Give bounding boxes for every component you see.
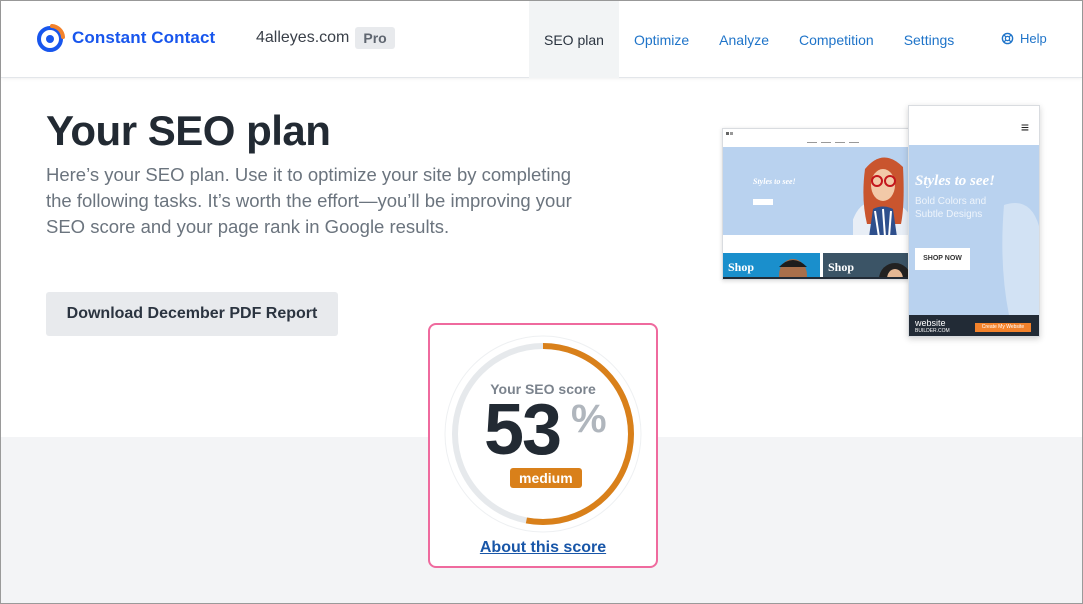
desktop-shop-tile-1-label: Shop (728, 260, 755, 274)
mobile-hero-title: Styles to see! (915, 173, 995, 189)
chair-silhouette-image (1002, 203, 1039, 315)
brand-name: Constant Contact (72, 28, 216, 47)
desktop-preview-footer (723, 277, 916, 279)
help-label: Help (1020, 31, 1047, 46)
seo-score-value: 53 (484, 390, 562, 470)
site-selector: 4alleyes.com Pro (256, 27, 395, 49)
desktop-site-preview: Styles to see! Shop Shop (722, 128, 917, 280)
plan-badge: Pro (355, 27, 395, 49)
desktop-preview-topbar (723, 129, 916, 147)
tab-seo-plan[interactable]: SEO plan (529, 1, 619, 78)
hamburger-menu-icon: ≡ (1020, 119, 1029, 135)
download-pdf-report-button[interactable]: Download December PDF Report (46, 292, 338, 336)
constant-contact-logo-icon (37, 24, 65, 52)
create-my-website-button: Create My Website (975, 323, 1031, 332)
mobile-hero-subtitle: Bold Colors and Subtle Designs (915, 196, 987, 220)
about-this-score-link[interactable]: About this score (430, 539, 656, 557)
seo-score-percent-sign: % (571, 397, 607, 441)
lifebuoy-icon (1001, 32, 1014, 45)
mobile-preview-hero: Styles to see! Bold Colors and Subtle De… (909, 145, 1039, 315)
tab-optimize[interactable]: Optimize (619, 1, 704, 78)
tab-settings[interactable]: Settings (889, 1, 970, 78)
mobile-preview-footer: website BUILDER.COM Create My Website (909, 315, 1039, 336)
woman-with-glasses-image (853, 157, 913, 235)
footer-brand-line-1: website (915, 318, 946, 328)
websitebuilder-logo: website BUILDER.COM (915, 319, 950, 335)
top-header: Constant Contact 4alleyes.com Pro SEO pl… (1, 1, 1082, 78)
site-name: 4alleyes.com (256, 29, 350, 46)
main-nav: SEO plan Optimize Analyze Competition Se… (529, 1, 969, 78)
desktop-shop-tile-1: Shop (723, 253, 820, 279)
mobile-site-preview: ≡ Styles to see! Bold Colors and Subtle … (908, 105, 1040, 337)
footer-brand-line-2: BUILDER.COM (915, 328, 950, 334)
desktop-preview-hero: Styles to see! (723, 147, 916, 235)
tab-competition[interactable]: Competition (784, 1, 889, 78)
desktop-shop-tile-2: Shop (823, 253, 916, 279)
desktop-hero-text: Styles to see! (753, 177, 796, 186)
mobile-shop-now-button: SHOP NOW (915, 248, 970, 270)
desktop-shop-tile-2-label: Shop (828, 260, 855, 274)
help-link[interactable]: Help (1001, 31, 1047, 46)
desktop-nav-dots-icon (726, 132, 859, 143)
desktop-hero-button (753, 199, 773, 205)
brand-logo[interactable]: Constant Contact (36, 23, 215, 53)
seo-score-card: Your SEO score 53 % medium About this sc… (428, 323, 658, 568)
tab-analyze[interactable]: Analyze (704, 1, 784, 78)
seo-score-level-badge: medium (510, 468, 582, 488)
page-intro: Here’s your SEO plan. Use it to optimize… (46, 164, 572, 237)
page-title: Your SEO plan (46, 107, 331, 154)
